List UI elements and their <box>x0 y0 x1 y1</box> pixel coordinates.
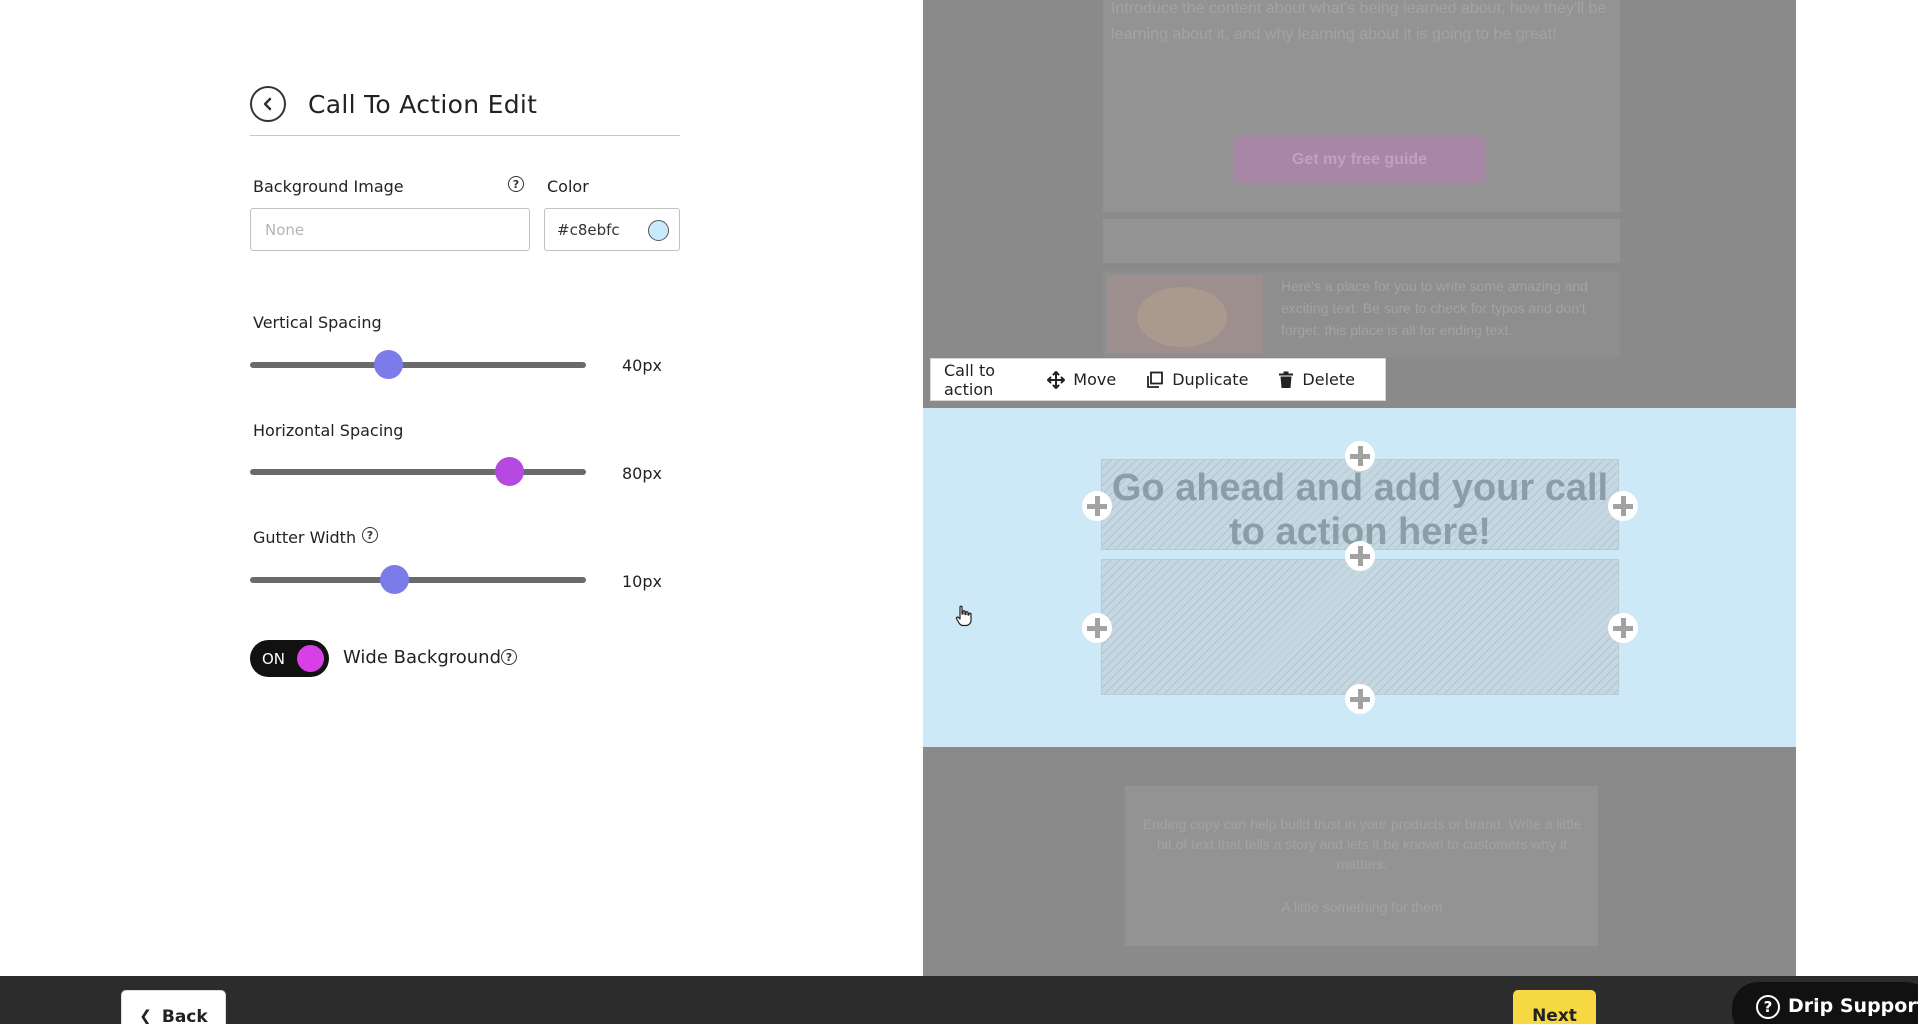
add-block-left-icon[interactable] <box>1082 613 1112 643</box>
move-button[interactable]: Move <box>1047 370 1116 389</box>
add-block-bottom-icon[interactable] <box>1345 684 1375 714</box>
slider-thumb[interactable] <box>380 565 410 594</box>
gutter-width-value: 10px <box>622 572 662 591</box>
delete-button[interactable]: Delete <box>1278 370 1355 389</box>
dim-image-glow <box>1137 287 1227 347</box>
move-label: Move <box>1073 370 1117 389</box>
slider-track <box>250 577 586 583</box>
gutter-width-slider[interactable] <box>250 565 586 595</box>
back-button[interactable]: ❮ Back <box>121 990 226 1024</box>
background-image-input[interactable] <box>250 208 530 251</box>
back-label: Back <box>161 1007 208 1024</box>
help-icon[interactable]: ? <box>508 176 524 192</box>
help-icon[interactable]: ? <box>501 649 517 665</box>
drip-support-button[interactable]: ? Drip Support <box>1732 982 1918 1024</box>
cta-button-block[interactable] <box>1101 559 1619 695</box>
duplicate-button[interactable]: Duplicate <box>1146 370 1248 389</box>
dim-intro-block[interactable]: Introduce the content about what's being… <box>1103 0 1620 212</box>
horizontal-spacing-value: 80px <box>622 464 662 483</box>
editor-back-button[interactable] <box>250 86 286 122</box>
editor-header: Call To Action Edit <box>250 84 680 136</box>
block-toolbar: Call to action Move Duplicate Delete <box>930 358 1386 401</box>
hand-cursor-icon <box>955 605 972 627</box>
move-icon <box>1047 370 1066 389</box>
block-type-label: Call to action <box>944 360 996 399</box>
background-image-label: Background Image <box>253 177 404 196</box>
delete-label: Delete <box>1302 370 1355 389</box>
toggle-knob <box>297 645 324 672</box>
cta-section[interactable]: Go ahead and add your call to action her… <box>923 408 1796 747</box>
add-block-right-icon[interactable] <box>1608 491 1638 521</box>
dim-side-text: Here's a place for you to write some ama… <box>1281 278 1588 338</box>
color-input[interactable]: #c8ebfc <box>544 208 680 251</box>
add-block-left-icon[interactable] <box>1082 491 1112 521</box>
vertical-spacing-label: Vertical Spacing <box>253 313 382 332</box>
cta-headline-block[interactable]: Go ahead and add your call to action her… <box>1101 459 1619 553</box>
dim-footer-block[interactable]: Ending copy can help build trust in your… <box>1125 786 1598 946</box>
dim-image-text-block[interactable]: Here's a place for you to write some ama… <box>1103 271 1620 357</box>
chevron-left-icon: ❮ <box>139 1007 152 1024</box>
help-icon[interactable]: ? <box>362 527 378 543</box>
horizontal-spacing-slider[interactable] <box>250 457 586 487</box>
dim-footer-text: Ending copy can help build trust in your… <box>1142 816 1582 872</box>
editor-panel: Call To Action Edit Background Image ? C… <box>0 0 923 976</box>
dim-cta-button: Get my free guide <box>1234 136 1485 184</box>
help-icon: ? <box>1756 995 1780 1019</box>
gutter-width-label: Gutter Width <box>253 528 357 547</box>
email-preview: Introduce the content about what's being… <box>923 0 1796 976</box>
wide-background-label: Wide Background <box>343 647 502 668</box>
add-block-middle-icon[interactable] <box>1345 541 1375 571</box>
editor-title: Call To Action Edit <box>308 90 538 119</box>
trash-icon <box>1279 371 1294 388</box>
duplicate-icon <box>1147 371 1164 388</box>
dim-intro-text: Introduce the content about what's being… <box>1111 0 1607 43</box>
chevron-left-icon <box>263 97 272 111</box>
wide-background-toggle[interactable]: ON <box>250 640 329 677</box>
add-block-top-icon[interactable] <box>1345 441 1375 471</box>
add-block-right-icon[interactable] <box>1608 613 1638 643</box>
slider-track <box>250 362 586 368</box>
dim-image <box>1107 275 1263 353</box>
dim-footer-link: A little something for them <box>1281 899 1443 915</box>
vertical-spacing-slider[interactable] <box>250 350 586 380</box>
slider-thumb[interactable] <box>494 457 524 486</box>
duplicate-label: Duplicate <box>1172 370 1249 389</box>
dim-spacer-block[interactable] <box>1103 219 1620 263</box>
next-button[interactable]: Next <box>1513 990 1596 1024</box>
horizontal-spacing-label: Horizontal Spacing <box>253 421 404 440</box>
color-label: Color <box>547 177 589 196</box>
bottom-bar: ❮ Back Next ? Drip Support <box>0 976 1918 1024</box>
color-swatch[interactable] <box>648 220 669 241</box>
vertical-spacing-value: 40px <box>622 356 662 375</box>
color-value: #c8ebfc <box>557 221 620 239</box>
slider-thumb[interactable] <box>373 350 403 379</box>
slider-track <box>250 469 586 475</box>
support-label: Drip Support <box>1788 995 1918 1017</box>
toggle-state-label: ON <box>262 650 286 668</box>
